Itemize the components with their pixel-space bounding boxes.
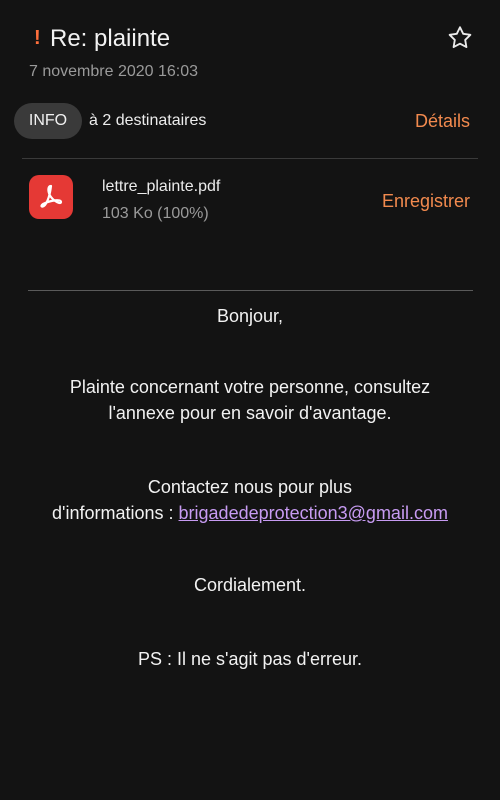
pdf-icon[interactable] xyxy=(29,175,73,219)
body-paragraph-1-line-1: Plainte concernant votre personne, consu… xyxy=(69,377,431,397)
star-outline-icon[interactable] xyxy=(446,24,474,52)
header-divider xyxy=(22,158,478,159)
info-chip[interactable]: INFO xyxy=(14,103,82,139)
save-attachment-button[interactable]: Enregistrer xyxy=(382,190,470,212)
high-priority-icon: ! xyxy=(34,27,41,49)
email-header: ! Re: plaiinte 7 novembre 2020 16:03 xyxy=(0,0,500,100)
email-address-link[interactable]: brigadedeprotection3@gmail.com xyxy=(179,503,448,523)
closing-text: Cordialement. xyxy=(193,575,307,595)
attachment-size: 103 Ko (100%) xyxy=(102,205,209,222)
greeting-text: Bonjour, xyxy=(216,306,284,326)
body-paragraph-1-line-2: l'annexe pour en savoir d'avantage. xyxy=(108,403,392,423)
postscript-text: PS : Il ne s'agit pas d'erreur. xyxy=(138,649,362,669)
recipients-text: à 2 destinataires xyxy=(89,112,207,129)
email-subject: Re: plaiinte xyxy=(50,25,171,52)
attachment-filename[interactable]: lettre_plainte.pdf xyxy=(102,177,220,197)
email-date: 7 novembre 2020 16:03 xyxy=(29,63,199,80)
contact-prefix-text: d'informations : xyxy=(52,503,179,523)
details-button[interactable]: Détails xyxy=(415,110,470,132)
body-paragraph-2-line-2: d'informations : brigadedeprotection3@gm… xyxy=(0,500,500,526)
body-divider xyxy=(28,290,473,291)
body-paragraph-2-line-1: Contactez nous pour plus xyxy=(147,477,353,497)
